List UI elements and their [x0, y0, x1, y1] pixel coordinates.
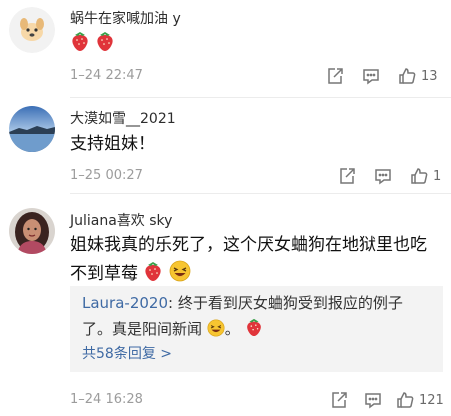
comment-icon[interactable]: [373, 166, 393, 190]
share-icon[interactable]: [337, 166, 357, 190]
view-more-replies-link[interactable]: 共58条回复 >: [82, 343, 172, 363]
comment-time: 1–24 22:47: [70, 68, 143, 83]
like-icon[interactable]: [397, 66, 417, 90]
share-icon[interactable]: [329, 390, 349, 414]
username[interactable]: Juliana喜欢 sky: [70, 210, 172, 230]
reply-text-part: : 终于看到厌女蛐狗受到报应的例子: [168, 294, 403, 312]
comment-icon[interactable]: [361, 66, 381, 90]
comment-icon[interactable]: [363, 390, 383, 414]
avatar[interactable]: [9, 7, 55, 53]
avatar[interactable]: [9, 106, 55, 152]
reply-text: Laura-2020: 终于看到厌女蛐狗受到报应的例子 了。真是阳间新闻 。: [82, 290, 403, 345]
avatar[interactable]: [9, 208, 55, 254]
comment-body-text: 不到草莓: [70, 264, 138, 284]
reply-line: Laura-2020: 终于看到厌女蛐狗受到报应的例子: [82, 290, 403, 316]
comment-item: 大漠如雪__2021 支持姐妹！ 1–25 00:27 1: [0, 98, 451, 194]
comment-body: 支持姐妹！: [70, 134, 155, 154]
comment-actions: 13: [325, 66, 445, 88]
like-count: 1: [433, 169, 442, 184]
username[interactable]: 大漠如雪__2021: [70, 108, 176, 128]
reply-preview[interactable]: Laura-2020: 终于看到厌女蛐狗受到报应的例子 了。真是阳间新闻 。 共…: [70, 286, 443, 372]
like-count: 13: [421, 69, 438, 84]
comment-item: 蜗牛在家喊加油 y 1–24 22:47 13: [0, 0, 451, 98]
strawberry-icon: [95, 30, 115, 62]
comment-body-line: 姐妹我真的乐死了，这个厌女蛐狗在地狱里也吃: [70, 235, 427, 255]
reply-username[interactable]: Laura-2020: [82, 294, 168, 312]
comment-actions: 121: [329, 390, 445, 412]
comment-body: [70, 30, 115, 62]
laughing-emoji-icon: [207, 319, 225, 345]
like-icon[interactable]: [395, 390, 415, 414]
share-icon[interactable]: [325, 66, 345, 90]
like-count: 121: [419, 393, 444, 408]
reply-text-part: 了。真是阳间新闻: [82, 320, 203, 338]
reply-text-part: 。: [224, 320, 240, 338]
comment-actions: 1: [337, 166, 445, 188]
comment-time: 1–24 16:28: [70, 392, 143, 407]
comment-time: 1–25 00:27: [70, 168, 143, 183]
comment-item: Juliana喜欢 sky 姐妹我真的乐死了，这个厌女蛐狗在地狱里也吃 不到草莓: [0, 194, 451, 416]
strawberry-icon: [70, 30, 90, 62]
username[interactable]: 蜗牛在家喊加油 y: [70, 8, 181, 28]
comment-list: 蜗牛在家喊加油 y 1–24 22:47 13 大漠如雪__2021 支持姐妹！…: [0, 0, 451, 416]
like-icon[interactable]: [409, 166, 429, 190]
reply-line: 了。真是阳间新闻 。: [82, 316, 403, 345]
strawberry-icon: [245, 317, 263, 345]
comment-body: 姐妹我真的乐死了，这个厌女蛐狗在地狱里也吃 不到草莓: [70, 231, 427, 292]
